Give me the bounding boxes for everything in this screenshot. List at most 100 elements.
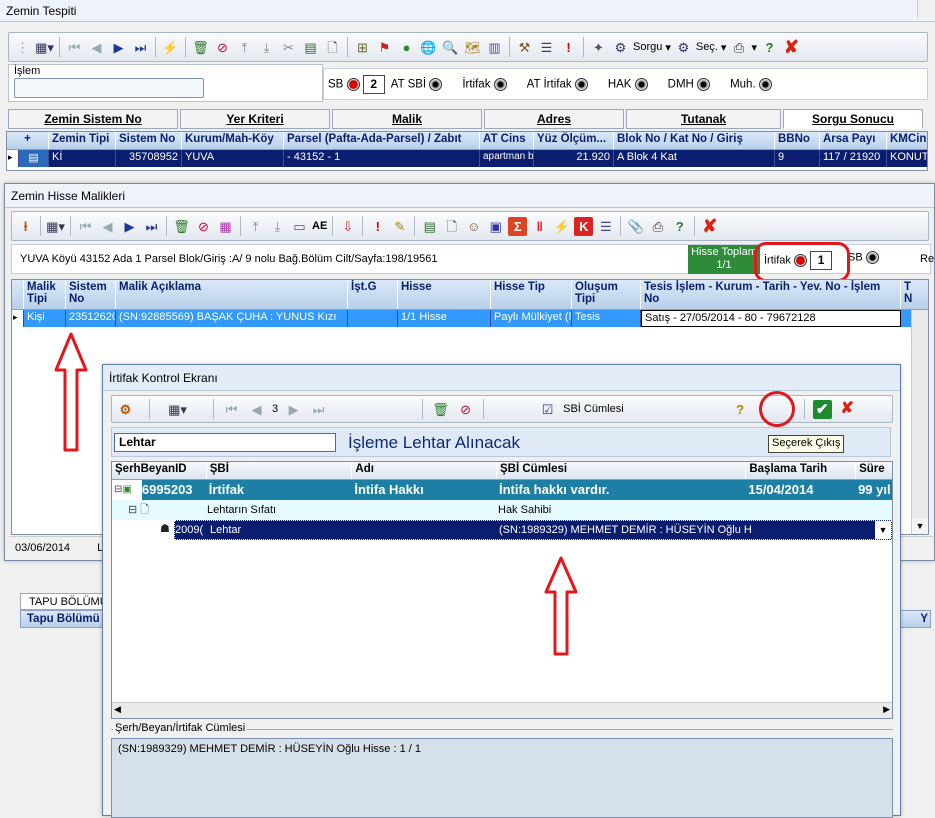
print-icon[interactable]: ⎙ xyxy=(648,217,667,236)
last-record-icon[interactable]: ⏭ xyxy=(309,400,328,419)
dropdown-arrow-icon[interactable]: ▾ xyxy=(665,41,671,54)
next-record-icon[interactable]: ▶ xyxy=(120,217,139,236)
insert-row-icon[interactable]: ⤒ xyxy=(246,217,265,236)
col-header-tapu-bolumu[interactable]: Tapu Bölümü xyxy=(27,613,100,625)
edit-icon[interactable]: ✎ xyxy=(390,217,409,236)
list-edit-icon[interactable]: ☰ xyxy=(537,38,556,57)
cursor-icon[interactable]: ƚ xyxy=(16,217,35,236)
select-icon[interactable]: ⚙ xyxy=(674,38,693,57)
prev-record-icon[interactable]: ◀ xyxy=(247,400,266,419)
cancel-filter-icon[interactable]: ⊘ xyxy=(194,217,213,236)
table-row[interactable]: ▸ Kişi 23512620 (SN:92885569) BAŞAK ÇUHA… xyxy=(12,310,928,327)
col-header-extra[interactable]: T N xyxy=(901,280,921,309)
muh-radio[interactable] xyxy=(758,77,772,91)
map-icon[interactable]: 🗺 xyxy=(463,38,482,57)
col-header-sistem-no[interactable]: Sistem No xyxy=(116,132,182,149)
col-header-yuz-olcum[interactable]: Yüz Ölçüm... xyxy=(534,132,614,149)
scroll-down-icon[interactable]: ▼ xyxy=(912,518,928,534)
tools-icon[interactable]: ⚒ xyxy=(515,38,534,57)
cell-tesis-islem[interactable]: Satış - 27/05/2014 - 80 - 79672128 xyxy=(641,310,901,327)
pause-icon[interactable]: ‖ xyxy=(530,217,549,236)
flag-icon[interactable]: ⚑ xyxy=(375,38,394,57)
close-icon[interactable] xyxy=(917,0,935,18)
dropdown-arrow-icon[interactable]: ▾ xyxy=(721,41,727,54)
col-header-malik-tipi[interactable]: Malik Tipi xyxy=(24,280,66,309)
vertical-scrollbar[interactable]: ▼ xyxy=(911,310,928,534)
col-header-tesis-islem[interactable]: Tesis İşlem - Kurum - Tarih - Yev. No - … xyxy=(641,280,901,309)
dropdown-arrow-icon[interactable]: ▾ xyxy=(751,41,757,54)
leaf-dropdown-icon[interactable]: ▼ xyxy=(875,521,891,539)
col-header-hisse-tip[interactable]: Hisse Tip xyxy=(491,280,572,309)
close-x-icon[interactable]: ✘ xyxy=(700,217,719,236)
col-header-blok[interactable]: Blok No / Kat No / Giriş xyxy=(614,132,775,149)
last-record-icon[interactable]: ⏭ xyxy=(142,217,161,236)
print-icon[interactable]: ⎙ xyxy=(729,38,748,57)
wizard-icon[interactable]: ✦ xyxy=(589,38,608,57)
grid-view-icon[interactable]: ▦▾ xyxy=(168,400,187,419)
help-icon[interactable]: ? xyxy=(670,217,689,236)
insert-row-icon[interactable]: ⤒ xyxy=(235,38,254,57)
table-row[interactable]: ▸ ▤ Kİ 35708952 YUVA - 43152 - 1 apartma… xyxy=(7,150,927,167)
last-record-icon[interactable]: ⏭ xyxy=(131,38,150,57)
bin-check-icon[interactable]: 🗑 xyxy=(431,400,450,419)
at-sbi-radio-group[interactable]: AT SBİ xyxy=(391,77,443,91)
sb-radio[interactable] xyxy=(865,251,879,264)
append-row-icon[interactable]: ⤓ xyxy=(257,38,276,57)
k-icon[interactable]: K xyxy=(574,216,594,236)
sec-button[interactable]: Seç. xyxy=(696,41,718,53)
col-header-kurum[interactable]: Kurum/Mah-Köy xyxy=(182,132,284,149)
image-search-icon[interactable]: 🔍 xyxy=(441,38,460,57)
col-header-kmcins[interactable]: KMCin xyxy=(887,132,927,149)
tab-sorgu-sonucu[interactable]: Sorgu Sonucu xyxy=(783,109,923,129)
cancel-filter-icon[interactable]: ⊘ xyxy=(456,400,475,419)
col-header-sbi[interactable]: ŞBİ xyxy=(207,462,353,479)
at-irtifak-radio[interactable] xyxy=(574,77,588,91)
lightning-icon[interactable]: ⚡ xyxy=(552,217,571,236)
tab-adres[interactable]: Adres xyxy=(484,109,624,129)
col-header-adi[interactable]: Adı xyxy=(352,462,498,479)
scroll-right-icon[interactable]: ▶ xyxy=(883,704,890,715)
col-header-expand[interactable]: + xyxy=(7,132,49,149)
irtifak-radio-group[interactable]: İrtifak xyxy=(462,77,507,91)
tab-yer-kriteri[interactable]: Yer Kriteri xyxy=(180,109,330,129)
col-header-sure[interactable]: Süre xyxy=(856,462,892,479)
append-row-icon[interactable]: ⤓ xyxy=(268,217,287,236)
irtifak-radio[interactable] xyxy=(493,77,507,91)
scroll-left-icon[interactable]: ◀ xyxy=(114,704,121,715)
first-record-icon[interactable]: ⏮ xyxy=(222,400,241,419)
leaf-selection[interactable]: 2009( Lehtar (SN:1989329) MEHMET DEMİR :… xyxy=(174,520,892,540)
next-record-icon[interactable]: ▶ xyxy=(284,400,303,419)
tree-child-row[interactable]: ⊟ 🗋 Lehtarın Sıfatı Hak Sahibi xyxy=(112,500,892,520)
list-edit-icon[interactable]: ☰ xyxy=(596,217,615,236)
barcode-icon[interactable]: ▥ xyxy=(485,38,504,57)
sb-radio[interactable] xyxy=(346,77,360,91)
col-header-hisse[interactable]: Hisse xyxy=(398,280,491,309)
first-record-icon[interactable]: ⏮ xyxy=(65,38,84,57)
col-header-arsa-payi[interactable]: Arsa Payı xyxy=(820,132,887,149)
new-document-icon[interactable]: 🗋 xyxy=(323,38,342,57)
col-header-bbno[interactable]: BBNo xyxy=(775,132,820,149)
hak-radio[interactable] xyxy=(634,77,648,91)
grid-view-icon[interactable]: ▦▾ xyxy=(35,38,54,57)
download-icon[interactable]: ⇩ xyxy=(338,217,357,236)
col-header-ist-g[interactable]: İşt.G xyxy=(348,280,398,309)
sbi-checkbox-icon[interactable]: ☑ xyxy=(538,400,557,419)
at-sbi-radio[interactable] xyxy=(429,77,443,91)
next-record-icon[interactable]: ▶ xyxy=(109,38,128,57)
prev-record-icon[interactable]: ◀ xyxy=(87,38,106,57)
exclamation-icon[interactable]: ! xyxy=(368,217,387,236)
col-header-parsel[interactable]: Parsel (Pafta-Ada-Parsel) / Zabıt xyxy=(284,132,480,149)
delete-row-icon[interactable]: ✂ xyxy=(279,38,298,57)
confirm-check-icon[interactable]: ✔ xyxy=(812,399,832,419)
grid-view-icon[interactable]: ▦▾ xyxy=(46,217,65,236)
prev-record-icon[interactable]: ◀ xyxy=(98,217,117,236)
toggle-icon[interactable]: ▭ xyxy=(290,217,309,236)
col-header-sistem-no[interactable]: Sistem No xyxy=(66,280,116,309)
col-header-serhbeyanid[interactable]: ŞerhBeyanID xyxy=(112,462,207,479)
globe-icon[interactable]: 🌐 xyxy=(419,38,438,57)
sum-icon[interactable]: Σ xyxy=(508,216,528,236)
settings-icon[interactable]: ⚙ xyxy=(116,400,135,419)
help-icon[interactable]: ? xyxy=(760,38,779,57)
tree-leaf-row[interactable]: ☗ 2009( Lehtar (SN:1989329) MEHMET DEMİR… xyxy=(112,520,892,540)
person-search-icon[interactable]: ☺ xyxy=(464,217,483,236)
